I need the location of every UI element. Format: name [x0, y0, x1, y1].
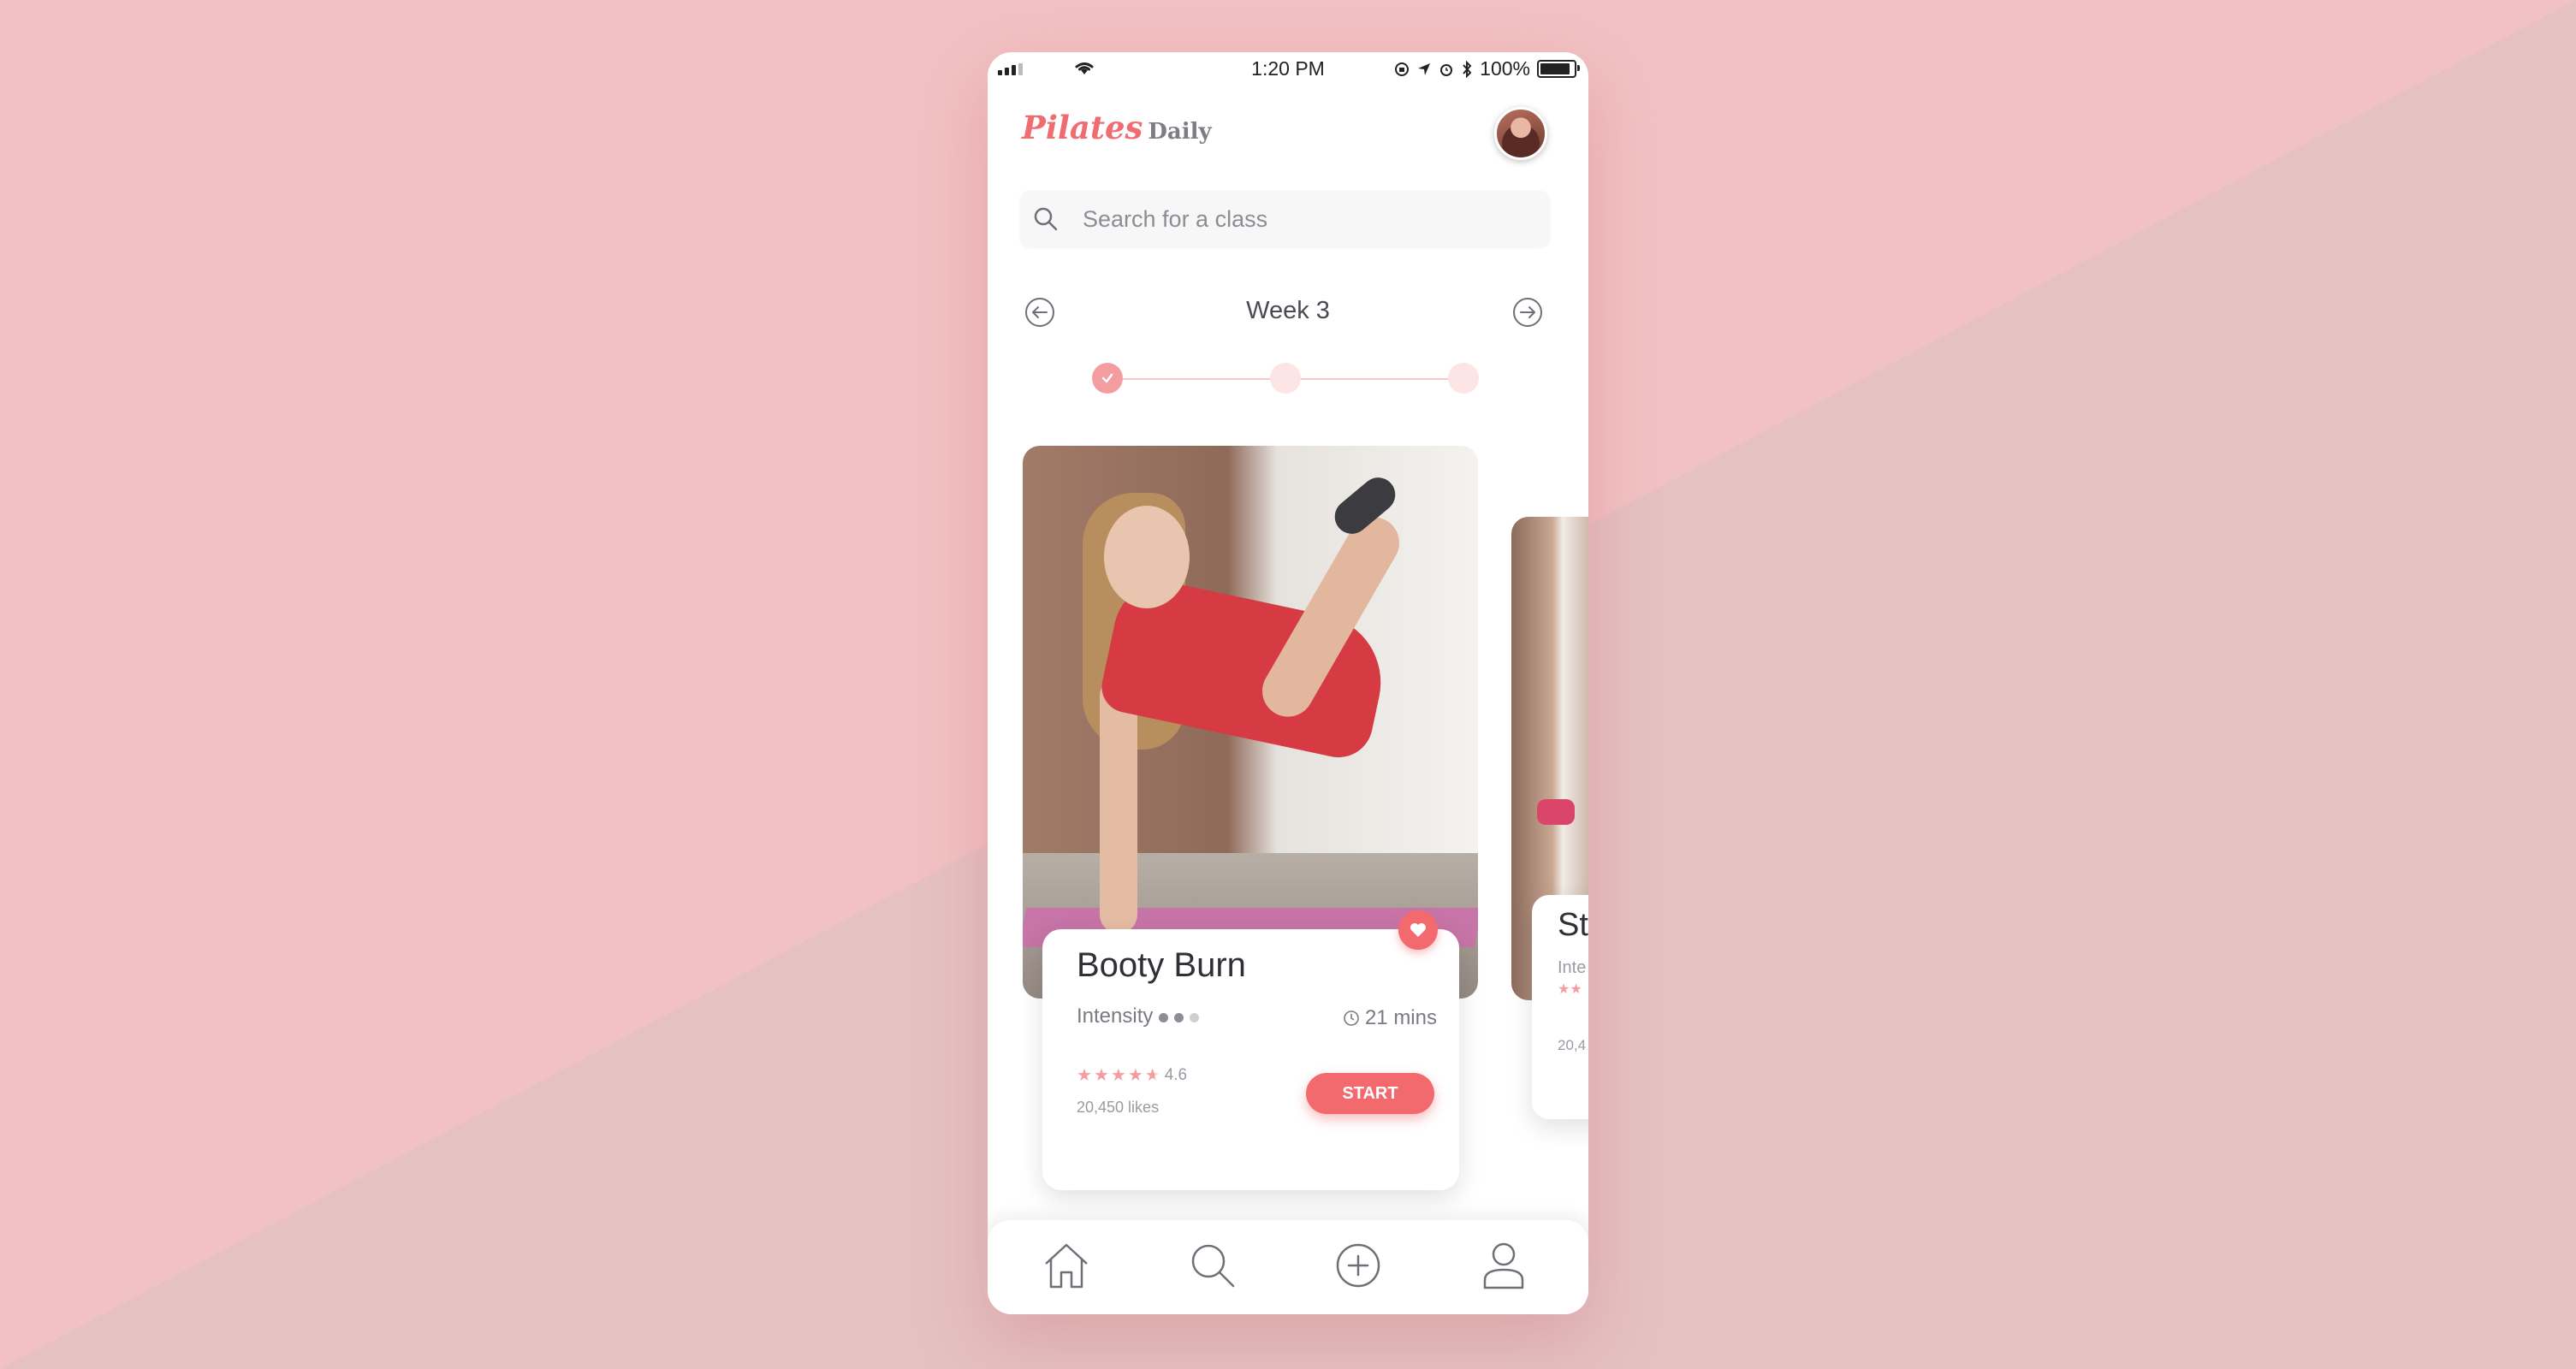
search-icon [1191, 1244, 1235, 1288]
rating-stars-2: ★★ [1558, 982, 1582, 997]
likes-count: 20,450 likes [1077, 1099, 1160, 1116]
search-input[interactable] [1081, 191, 1529, 247]
star-icon: ★ [1110, 1066, 1126, 1085]
battery-icon [1537, 60, 1580, 78]
likes-count-2: 20,4 [1558, 1037, 1587, 1053]
heart-icon [1410, 923, 1426, 937]
tab-profile[interactable] [1478, 1240, 1529, 1291]
tab-add[interactable] [1333, 1240, 1384, 1291]
week-step-2[interactable] [1270, 363, 1301, 394]
location-icon [1418, 62, 1431, 75]
tab-search[interactable] [1187, 1240, 1238, 1291]
clock-icon [1344, 1010, 1359, 1026]
intensity-dots [1153, 1005, 1200, 1028]
home-icon [1045, 1243, 1088, 1289]
class-duration: 21 mins [1343, 1006, 1437, 1030]
class-info-card[interactable]: Booty Burn Intensity 21 mins ★ ★ ★ ★ ★ 4.6 2… [1042, 929, 1459, 1190]
favorite-button[interactable] [1398, 910, 1438, 950]
star-icon: ★ [1144, 1066, 1160, 1085]
week-step-3[interactable] [1448, 363, 1479, 394]
class-title: Booty Burn [1077, 946, 1246, 984]
lock-rotation-icon [1395, 62, 1410, 76]
intensity-dot [1190, 1013, 1200, 1022]
week-step-1[interactable] [1092, 363, 1123, 394]
checkmark-icon [1101, 373, 1113, 383]
battery-percent: 100% [1480, 57, 1530, 80]
start-button[interactable]: START [1306, 1073, 1434, 1114]
class-title-2: St [1558, 907, 1588, 943]
app-logo: Pilates Daily [1022, 109, 1212, 146]
bottom-tab-bar [988, 1220, 1588, 1314]
intensity-label-2: Inte [1558, 958, 1587, 977]
phone-screen: 1:20 PM 100% Pilates Daily Search for a … [988, 52, 1588, 1314]
status-right-group: 100% [1394, 57, 1580, 80]
search-bar[interactable] [1021, 191, 1549, 247]
add-circle-icon [1336, 1243, 1380, 1288]
class-info-card-2[interactable]: St Inte ★★ 20,4 [1532, 895, 1588, 1119]
bluetooth-icon [1463, 60, 1472, 78]
intensity-dot [1174, 1013, 1184, 1022]
intensity-indicator: Intensity [1077, 1005, 1200, 1028]
star-icon: ★ [1093, 1066, 1109, 1085]
battery-fill [1540, 63, 1570, 74]
week-title: Week 3 [1246, 297, 1330, 324]
logo-primary: Pilates [1022, 109, 1143, 146]
rating-value: 4.6 [1164, 1065, 1188, 1084]
duration-text: 21 mins [1364, 1006, 1437, 1029]
star-icon: ★ [1077, 1066, 1092, 1085]
arrow-right-circle-icon[interactable] [1511, 296, 1544, 329]
star-icon: ★ [1127, 1066, 1143, 1085]
intensity-dot [1159, 1013, 1169, 1022]
tab-home[interactable] [1041, 1240, 1092, 1291]
search-icon [1034, 207, 1058, 231]
alarm-icon [1440, 63, 1453, 76]
rating-stars: ★ ★ ★ ★ ★ [1077, 1064, 1162, 1086]
intensity-label: Intensity [1077, 1005, 1154, 1028]
class-rating: ★ ★ ★ ★ ★ 4.6 [1077, 1064, 1187, 1086]
logo-secondary: Daily [1148, 119, 1212, 145]
user-avatar[interactable] [1494, 107, 1547, 160]
status-bar: 1:20 PM 100% [988, 52, 1588, 86]
profile-icon [1483, 1242, 1524, 1289]
